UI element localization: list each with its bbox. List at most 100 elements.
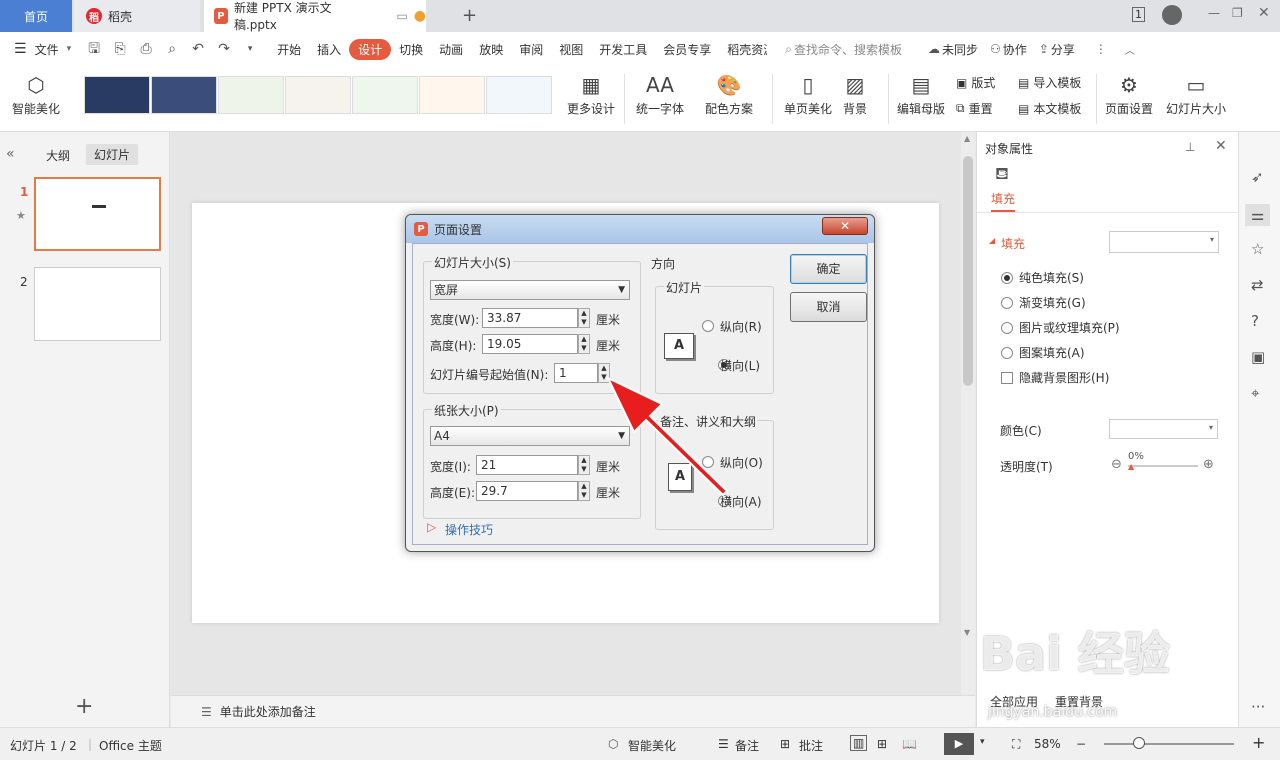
export-icon[interactable]: ⎘ bbox=[112, 41, 128, 57]
unify-font-button[interactable]: AA 统一字体 bbox=[636, 70, 684, 117]
preview-icon[interactable]: ⌕ bbox=[164, 41, 180, 57]
menu-insert[interactable]: 插入 bbox=[309, 41, 349, 58]
menu-view[interactable]: 视图 bbox=[551, 41, 591, 58]
scroll-down-icon[interactable]: ▼ bbox=[964, 628, 970, 637]
edit-master-button[interactable]: ▤ 编辑母版 bbox=[897, 70, 945, 117]
tab-slides[interactable]: 幻灯片 bbox=[86, 144, 139, 165]
collapse-panel-icon[interactable]: « bbox=[6, 146, 15, 162]
slide-thumbnail-2[interactable] bbox=[34, 267, 161, 341]
collapse-ribbon-icon[interactable]: ︿ bbox=[1125, 42, 1135, 57]
radio-solid[interactable] bbox=[1001, 271, 1013, 284]
tab-daoke[interactable]: 稻稻壳 bbox=[74, 0, 200, 32]
picture-fill-option[interactable]: 图片或纹理填充(P) bbox=[1001, 319, 1120, 336]
command-search-input[interactable]: 查找命令、搜索模板 bbox=[794, 41, 902, 58]
dialog-close-icon[interactable]: ✕ bbox=[822, 217, 868, 235]
design-template-7[interactable] bbox=[486, 76, 552, 114]
smart-beautify-status-button[interactable]: 智能美化 bbox=[628, 737, 676, 754]
reset-button[interactable]: ⧉ 重置 bbox=[956, 100, 993, 117]
restore-icon[interactable]: ❐ bbox=[1232, 6, 1243, 20]
solid-fill-option[interactable]: 纯色填充(S) bbox=[1001, 269, 1084, 286]
transform-icon[interactable]: ⇄ bbox=[1251, 276, 1264, 294]
radio-slide-portrait[interactable] bbox=[702, 320, 714, 332]
color-dropdown[interactable]: ▾ bbox=[1109, 419, 1218, 439]
single-page-beautify-button[interactable]: ▯ 单页美化 bbox=[784, 70, 832, 117]
zoom-slider[interactable] bbox=[1104, 743, 1234, 745]
scroll-up-icon[interactable]: ▲ bbox=[964, 134, 970, 143]
scroll-thumb[interactable] bbox=[963, 156, 973, 386]
star-effect-icon[interactable]: ☆ bbox=[1251, 240, 1264, 258]
avatar[interactable] bbox=[1162, 5, 1182, 25]
slide-size-button[interactable]: ▭ 幻灯片大小 bbox=[1166, 70, 1226, 117]
tab-home[interactable]: 首页 bbox=[0, 0, 72, 32]
play-dropdown-icon[interactable]: ▾ bbox=[980, 737, 985, 747]
radio-pattern[interactable] bbox=[1001, 346, 1013, 359]
properties-icon[interactable]: ⚌ bbox=[1245, 204, 1271, 226]
menu-animation[interactable]: 动画 bbox=[431, 41, 471, 58]
dialog-title-bar[interactable]: P 页面设置 ✕ bbox=[406, 215, 874, 243]
rocket-icon[interactable]: ➶ bbox=[1251, 168, 1264, 186]
window-count-icon[interactable]: 1 bbox=[1132, 7, 1145, 22]
text-template-button[interactable]: ▤ 本文模板 bbox=[1018, 100, 1081, 117]
slider-handle[interactable]: ▲ bbox=[1128, 462, 1134, 471]
tips-link[interactable]: 操作技巧 bbox=[445, 521, 493, 538]
tab-fill[interactable]: 填充 bbox=[991, 190, 1016, 212]
media-icon[interactable]: ▣ bbox=[1251, 348, 1265, 366]
hamburger-icon[interactable]: ☰ bbox=[14, 41, 27, 57]
save-icon[interactable]: 🖫 bbox=[86, 41, 102, 57]
paper-size-select[interactable]: A4 bbox=[430, 426, 630, 446]
slide-thumbnail-1[interactable] bbox=[34, 177, 161, 251]
menu-start[interactable]: 开始 bbox=[269, 41, 309, 58]
radio-picture[interactable] bbox=[1001, 321, 1013, 334]
smart-beautify-button[interactable]: ⬡ 智能美化 bbox=[12, 70, 60, 117]
zoom-in-icon[interactable]: + bbox=[1252, 733, 1265, 752]
cancel-button[interactable]: 取消 bbox=[790, 292, 867, 322]
share-button[interactable]: 分享 bbox=[1051, 41, 1075, 58]
play-button[interactable]: ▶ bbox=[944, 733, 974, 755]
minus-icon[interactable]: ⊖ bbox=[1111, 457, 1122, 472]
design-template-5[interactable] bbox=[352, 76, 418, 114]
hide-background-option[interactable]: 隐藏背景图形(H) bbox=[1001, 369, 1109, 386]
more-icon[interactable]: ⋮ bbox=[1095, 42, 1107, 56]
pin-icon[interactable]: ⊥ bbox=[1185, 140, 1195, 154]
normal-view-icon[interactable]: ▥ bbox=[850, 735, 868, 751]
background-button[interactable]: ▨ 背景 bbox=[843, 70, 867, 117]
gradient-fill-option[interactable]: 渐变填充(G) bbox=[1001, 294, 1086, 311]
menu-transition[interactable]: 切换 bbox=[391, 41, 431, 58]
close-window-icon[interactable]: ✕ bbox=[1258, 5, 1270, 21]
radio-notes-portrait[interactable] bbox=[702, 456, 714, 468]
numbering-input[interactable]: 1 bbox=[554, 363, 598, 383]
design-template-1[interactable] bbox=[84, 76, 150, 114]
paper-height-spinner[interactable]: ▲ ▼ bbox=[578, 481, 590, 501]
tab-document[interactable]: P 新建 PPTX 演示文稿.pptx ▭ ● bbox=[204, 0, 426, 32]
color-scheme-button[interactable]: 🎨 配色方案 bbox=[705, 70, 753, 117]
menu-developer[interactable]: 开发工具 bbox=[591, 41, 655, 58]
zoom-out-icon[interactable]: − bbox=[1076, 737, 1086, 751]
menu-design[interactable]: 设计 bbox=[349, 38, 392, 60]
reading-view-icon[interactable]: 📖 bbox=[902, 737, 917, 751]
layout-button[interactable]: ▣ 版式 bbox=[956, 74, 995, 91]
theme-name[interactable]: Office 主题 bbox=[99, 737, 162, 754]
notes-area[interactable]: ☰ 单击此处添加备注 bbox=[171, 695, 975, 727]
slide-size-select[interactable]: 宽屏 bbox=[430, 280, 630, 300]
location-icon[interactable]: ⌖ bbox=[1251, 384, 1259, 402]
collab-button[interactable]: 协作 bbox=[1003, 41, 1027, 58]
paper-width-spinner[interactable]: ▲ ▼ bbox=[578, 455, 590, 475]
pattern-fill-option[interactable]: 图案填充(A) bbox=[1001, 344, 1085, 361]
hide-bg-checkbox[interactable] bbox=[1001, 371, 1013, 384]
width-spinner[interactable]: ▲ ▼ bbox=[578, 308, 590, 328]
ok-button[interactable]: 确定 bbox=[790, 254, 867, 284]
help-icon[interactable]: ? bbox=[1251, 312, 1259, 330]
tab-outline[interactable]: 大纲 bbox=[46, 147, 70, 164]
quick-access-dropdown-icon[interactable]: ▾ bbox=[242, 41, 258, 57]
chevron-down-icon[interactable]: ▾ bbox=[67, 44, 72, 54]
fill-dropdown[interactable]: ▾ bbox=[1109, 231, 1219, 253]
design-template-6[interactable] bbox=[419, 76, 485, 114]
height-spinner[interactable]: ▲ ▼ bbox=[578, 334, 590, 354]
zoom-level[interactable]: 58% bbox=[1034, 737, 1061, 751]
new-tab-plus-icon[interactable]: + bbox=[462, 5, 477, 26]
page-setup-button[interactable]: ⚙ 页面设置 bbox=[1105, 70, 1153, 117]
zoom-slider-handle[interactable] bbox=[1133, 737, 1145, 749]
design-template-2[interactable] bbox=[151, 76, 217, 114]
minimize-icon[interactable]: — bbox=[1208, 6, 1220, 20]
width-input[interactable]: 33.87 bbox=[482, 308, 578, 328]
